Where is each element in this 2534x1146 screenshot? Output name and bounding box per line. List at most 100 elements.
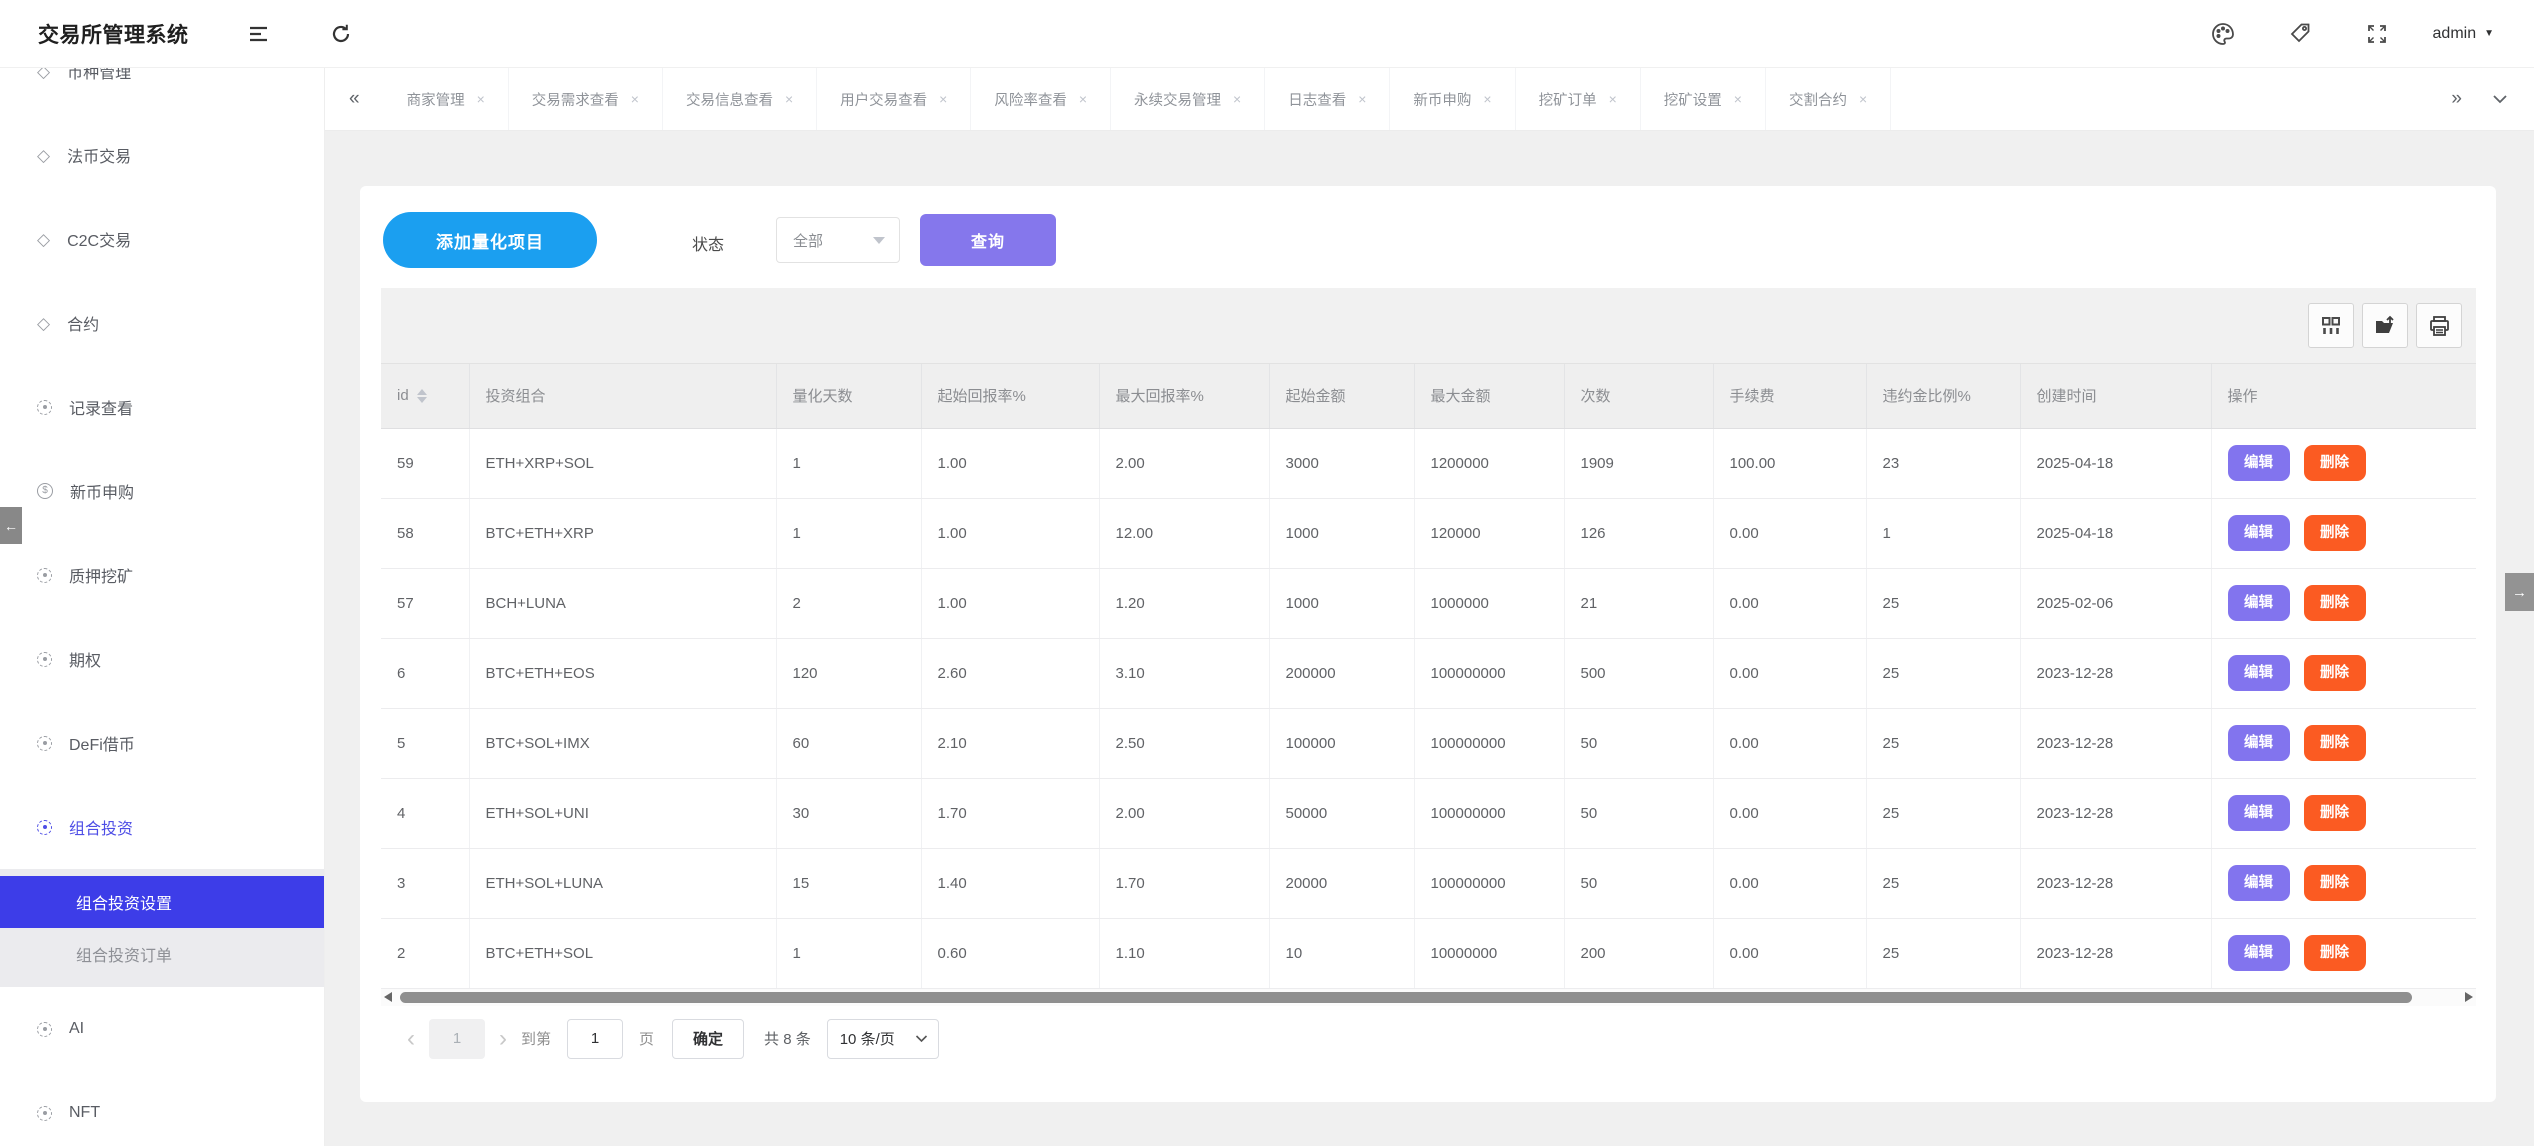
sidebar-item-记录查看[interactable]: 记录查看 xyxy=(0,365,324,449)
sidebar-subitem-组合投资设置[interactable]: 组合投资设置 xyxy=(0,876,324,928)
tab-close-icon[interactable]: × xyxy=(1734,91,1742,107)
tab-item[interactable]: 永续交易管理× xyxy=(1111,68,1265,130)
scroll-right-arrow-icon[interactable] xyxy=(2465,992,2473,1002)
sort-asc-icon[interactable] xyxy=(417,389,427,395)
tab-close-icon[interactable]: × xyxy=(785,91,793,107)
cell-created: 2025-02-06 xyxy=(2020,568,2211,638)
edit-button[interactable]: 编辑 xyxy=(2228,725,2290,761)
horizontal-scrollbar[interactable] xyxy=(381,989,2476,1006)
query-button[interactable]: 查询 xyxy=(920,214,1056,266)
tab-close-icon[interactable]: × xyxy=(1483,91,1491,107)
delete-button[interactable]: 删除 xyxy=(2304,655,2366,691)
tab-item[interactable]: 商家管理× xyxy=(384,68,509,130)
collapse-sidebar-icon[interactable] xyxy=(247,23,271,45)
cell-start_rate: 1.40 xyxy=(921,848,1099,918)
scroll-left-arrow-icon[interactable] xyxy=(384,992,392,1002)
column-header-fee: 手续费 xyxy=(1713,364,1866,428)
delete-button[interactable]: 删除 xyxy=(2304,795,2366,831)
tab-close-icon[interactable]: × xyxy=(1079,91,1087,107)
tabs-scroll-left-icon[interactable]: « xyxy=(325,88,384,110)
delete-button[interactable]: 删除 xyxy=(2304,935,2366,971)
tabs-scroll-right-icon[interactable]: » xyxy=(2427,88,2486,110)
column-header-id[interactable]: id xyxy=(381,364,469,428)
sidebar-item-DeFi借币[interactable]: DeFi借币 xyxy=(0,701,324,785)
delete-button[interactable]: 删除 xyxy=(2304,515,2366,551)
print-button[interactable] xyxy=(2416,303,2462,348)
tab-item[interactable]: 挖矿订单× xyxy=(1516,68,1641,130)
sidebar-item-合约[interactable]: ◇合约 xyxy=(0,281,324,365)
tag-icon[interactable] xyxy=(2288,21,2313,46)
sidebar-subitem-组合投资订单[interactable]: 组合投资订单 xyxy=(0,928,324,980)
page-size-select[interactable]: 10 条/页 xyxy=(827,1019,939,1059)
columns-filter-button[interactable] xyxy=(2308,303,2354,348)
cell-portfolio: BTC+ETH+EOS xyxy=(469,638,776,708)
tabs-dropdown-icon[interactable] xyxy=(2486,93,2534,105)
next-page-button[interactable]: › xyxy=(493,1025,513,1053)
edit-button[interactable]: 编辑 xyxy=(2228,585,2290,621)
edit-button[interactable]: 编辑 xyxy=(2228,795,2290,831)
delete-button[interactable]: 删除 xyxy=(2304,445,2366,481)
status-select[interactable]: 全部 xyxy=(776,217,900,263)
sidebar: ◇币种管理◇法币交易◇C2C交易◇合约记录查看$新币申购质押挖矿期权DeFi借币… xyxy=(0,68,325,1146)
cell-max_amount: 100000000 xyxy=(1414,708,1564,778)
delete-button[interactable]: 删除 xyxy=(2304,865,2366,901)
cell-days: 120 xyxy=(776,638,921,708)
sidebar-item-质押挖矿[interactable]: 质押挖矿 xyxy=(0,533,324,617)
sidebar-item-币种管理[interactable]: ◇币种管理 xyxy=(0,68,324,113)
sidebar-item-C2C交易[interactable]: ◇C2C交易 xyxy=(0,197,324,281)
sidebar-menu: ◇币种管理◇法币交易◇C2C交易◇合约记录查看$新币申购质押挖矿期权DeFi借币… xyxy=(0,68,324,1146)
tab-item[interactable]: 新币申购× xyxy=(1390,68,1515,130)
fullscreen-icon[interactable] xyxy=(2365,22,2389,46)
tab-close-icon[interactable]: × xyxy=(631,91,639,107)
edit-button[interactable]: 编辑 xyxy=(2228,445,2290,481)
tab-item[interactable]: 交易需求查看× xyxy=(509,68,663,130)
tab-item[interactable]: 风险率查看× xyxy=(971,68,1111,130)
tab-close-icon[interactable]: × xyxy=(1358,91,1366,107)
cell-days: 1 xyxy=(776,918,921,988)
sidebar-item-法币交易[interactable]: ◇法币交易 xyxy=(0,113,324,197)
export-button[interactable] xyxy=(2362,303,2408,348)
cell-max_amount: 100000000 xyxy=(1414,848,1564,918)
cell-created: 2025-04-18 xyxy=(2020,428,2211,498)
goto-page-input[interactable] xyxy=(567,1019,623,1059)
tab-item[interactable]: 交割合约 × xyxy=(1766,68,1891,130)
tab-close-icon[interactable]: × xyxy=(939,91,947,107)
refresh-icon[interactable] xyxy=(329,22,353,46)
tab-close-icon[interactable]: × xyxy=(1859,91,1867,107)
sort-desc-icon[interactable] xyxy=(417,397,427,403)
sort-icon[interactable] xyxy=(417,389,427,403)
sidebar-item-NFT[interactable]: NFT xyxy=(0,1071,324,1146)
theme-palette-icon[interactable] xyxy=(2210,21,2236,47)
right-panel-arrow[interactable]: → xyxy=(2505,573,2534,611)
delete-button[interactable]: 删除 xyxy=(2304,725,2366,761)
tab-label: 交割合约 xyxy=(1789,89,1847,110)
sidebar-collapse-arrow[interactable]: ← xyxy=(0,507,22,544)
scrollbar-thumb[interactable] xyxy=(400,992,2412,1003)
edit-button[interactable]: 编辑 xyxy=(2228,865,2290,901)
tab-item[interactable]: 交易信息查看× xyxy=(663,68,817,130)
tab-close-icon[interactable]: × xyxy=(1609,91,1617,107)
delete-button[interactable]: 删除 xyxy=(2304,585,2366,621)
tab-item[interactable]: 日志查看× xyxy=(1265,68,1390,130)
sidebar-item-期权[interactable]: 期权 xyxy=(0,617,324,701)
tab-item[interactable]: 挖矿设置× xyxy=(1641,68,1766,130)
prev-page-button[interactable]: ‹ xyxy=(401,1025,421,1053)
tab-close-icon[interactable]: × xyxy=(1233,91,1241,107)
sidebar-item-AI[interactable]: AI xyxy=(0,987,324,1071)
edit-button[interactable]: 编辑 xyxy=(2228,515,2290,551)
edit-button[interactable]: 编辑 xyxy=(2228,935,2290,971)
column-header-label: 最大金额 xyxy=(1431,388,1491,405)
confirm-page-button[interactable]: 确定 xyxy=(672,1019,744,1059)
table-body: 59ETH+XRP+SOL11.002.00300012000001909100… xyxy=(381,428,2476,988)
app-title: 交易所管理系统 xyxy=(38,19,189,49)
user-menu[interactable]: admin ▼ xyxy=(2433,25,2494,43)
page-number-button[interactable]: 1 xyxy=(429,1019,485,1059)
cell-penalty_pct: 25 xyxy=(1866,778,2020,848)
sidebar-item-新币申购[interactable]: $新币申购 xyxy=(0,449,324,533)
edit-button[interactable]: 编辑 xyxy=(2228,655,2290,691)
tab-item[interactable]: 用户交易查看× xyxy=(817,68,971,130)
add-quant-project-button[interactable]: 添加量化项目 xyxy=(383,212,597,268)
sidebar-item-组合投资[interactable]: 组合投资 xyxy=(0,785,324,869)
cell-start_amount: 200000 xyxy=(1269,638,1414,708)
tab-close-icon[interactable]: × xyxy=(477,91,485,107)
